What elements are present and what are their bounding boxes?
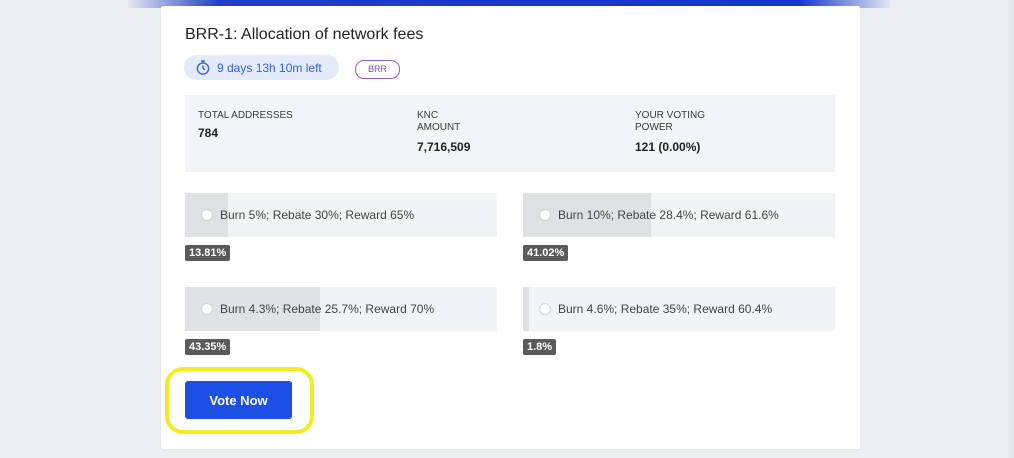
stopwatch-icon	[196, 60, 217, 75]
option-label: Burn 10%; Rebate 28.4%; Reward 61.6%	[558, 208, 779, 222]
vote-option[interactable]: Burn 4.6%; Rebate 35%; Reward 60.4%	[523, 287, 835, 331]
stat-voting-power: YOUR VOTING POWER 121 (0.00%)	[635, 110, 815, 154]
stat-label-line2: AMOUNT	[417, 122, 461, 133]
vote-now-button[interactable]: Vote Now	[185, 381, 292, 419]
stat-value: 7,716,509	[417, 140, 471, 154]
stat-label-line2: POWER	[635, 122, 673, 133]
vote-option[interactable]: Burn 5%; Rebate 30%; Reward 65%	[185, 193, 497, 237]
stat-label-line1: KNC	[417, 110, 439, 121]
option-percent-badge: 41.02%	[523, 245, 569, 261]
stats-panel: TOTAL ADDRESSES 784 KNC AMOUNT 7,716,509…	[185, 95, 835, 172]
proposal-type-tag: BRR	[355, 60, 401, 79]
radio-button[interactable]	[539, 209, 551, 221]
radio-button[interactable]	[201, 209, 213, 221]
stat-value: 784	[198, 126, 219, 140]
radio-button[interactable]	[539, 303, 551, 315]
time-left-badge: 9 days 13h 10m left	[184, 55, 339, 80]
time-left-text: 9 days 13h 10m left	[217, 60, 322, 75]
stat-value: 121 (0.00%)	[635, 140, 701, 154]
option-label: Burn 4.3%; Rebate 25.7%; Reward 70%	[220, 302, 435, 316]
vote-option[interactable]: Burn 10%; Rebate 28.4%; Reward 61.6%	[523, 193, 835, 237]
option-label: Burn 5%; Rebate 30%; Reward 65%	[220, 208, 415, 222]
stat-label-line1: YOUR VOTING	[635, 110, 706, 121]
radio-button[interactable]	[201, 303, 213, 315]
proposal-title: BRR-1: Allocation of network fees	[185, 26, 424, 43]
page-edge	[1006, 0, 1014, 458]
option-result-bar	[523, 287, 529, 331]
option-percent-badge: 13.81%	[185, 245, 231, 261]
vote-option[interactable]: Burn 4.3%; Rebate 25.7%; Reward 70%	[185, 287, 497, 331]
stat-total-addresses: TOTAL ADDRESSES 784	[198, 110, 378, 140]
option-percent-badge: 43.35%	[185, 339, 231, 355]
option-percent-badge: 1.8%	[523, 339, 557, 355]
stat-knc-amount: KNC AMOUNT 7,716,509	[417, 110, 597, 154]
proposal-card: BRR-1: Allocation of network fees 9 days…	[161, 6, 860, 449]
option-label: Burn 4.6%; Rebate 35%; Reward 60.4%	[558, 302, 773, 316]
stat-label: TOTAL ADDRESSES	[198, 110, 293, 121]
